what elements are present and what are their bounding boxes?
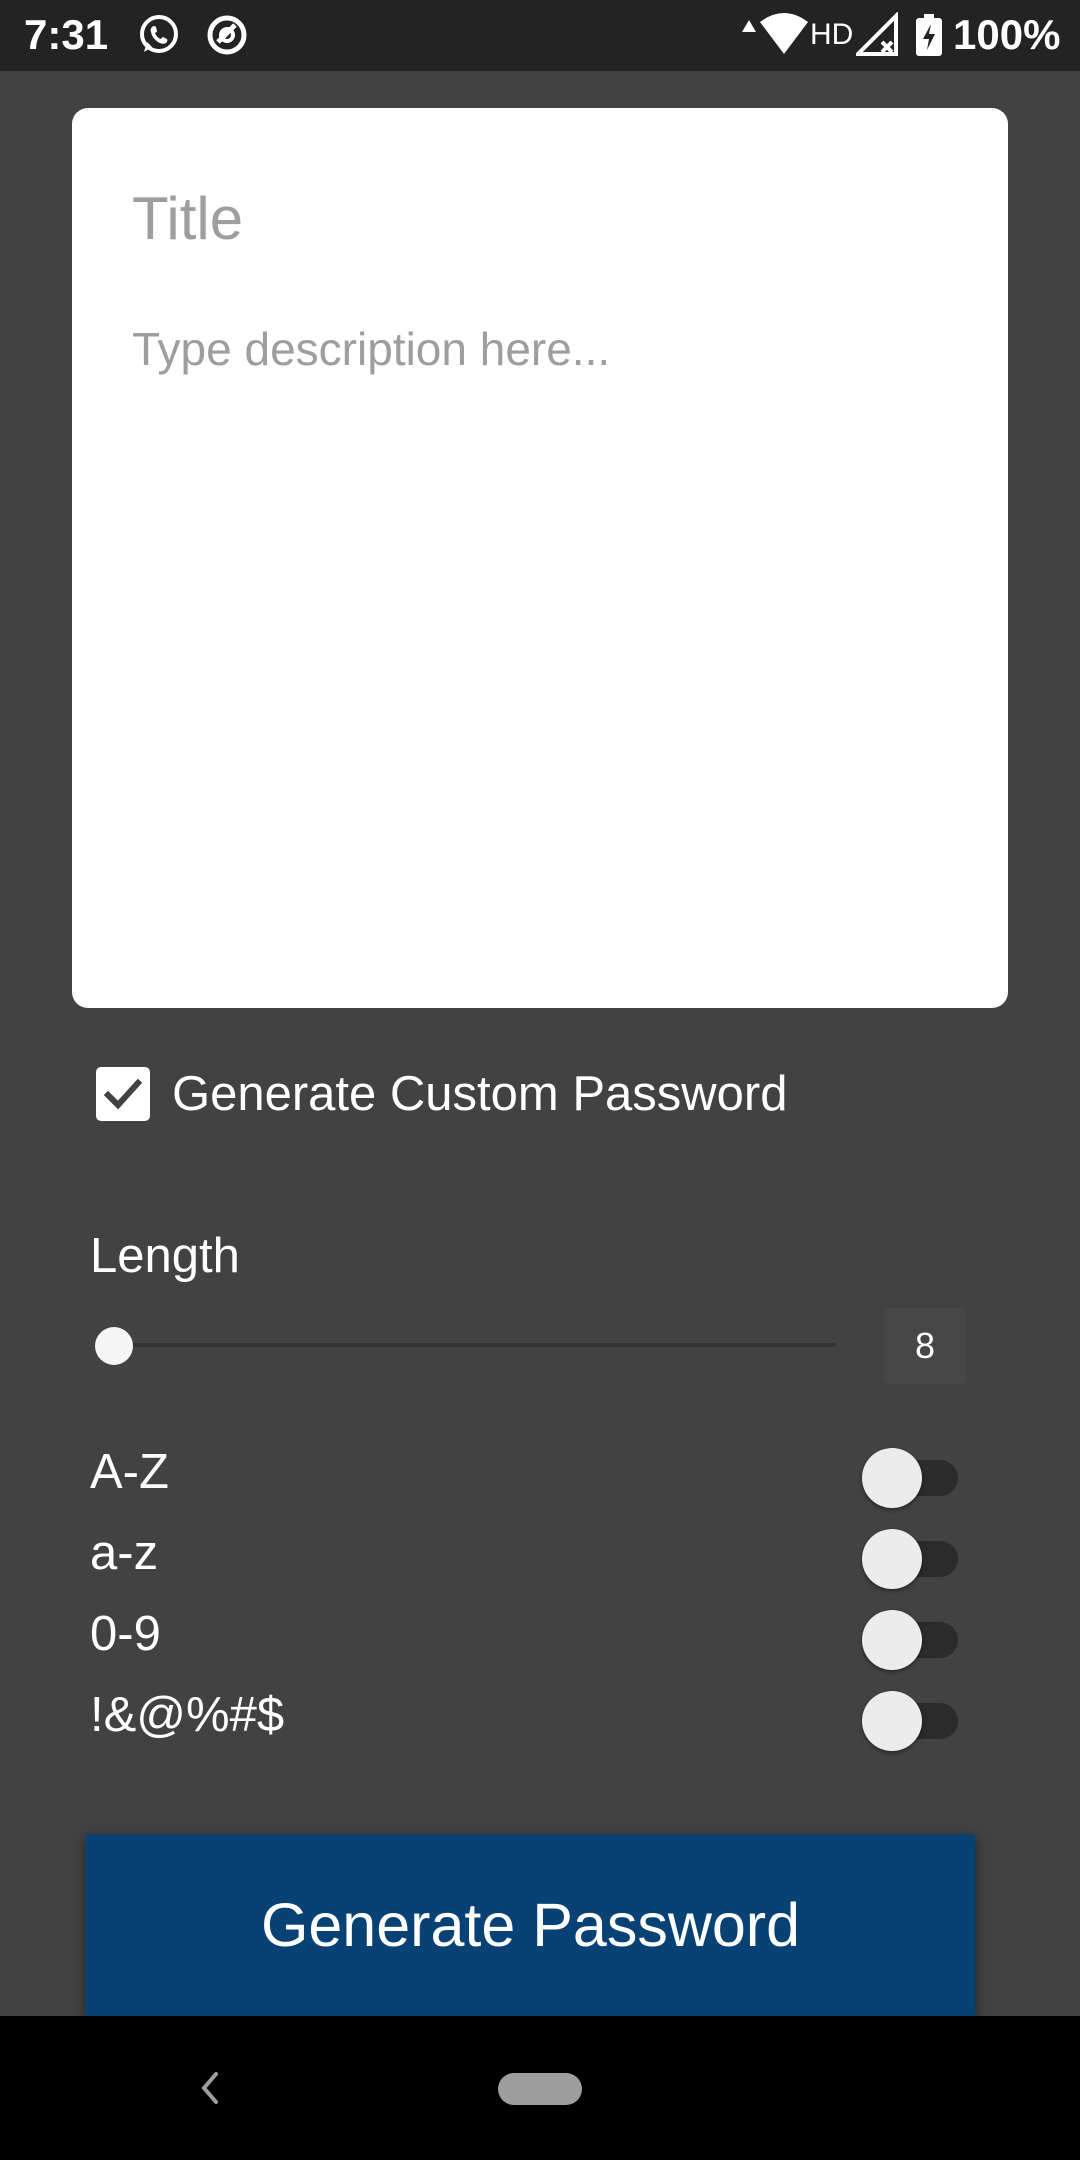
digits-switch[interactable] [862,1604,958,1670]
switch-thumb [862,1691,922,1751]
signal-icon [853,11,900,58]
length-label: Length [90,1229,240,1283]
option-row-uppercase: A-Z [90,1432,960,1512]
switch-thumb [862,1529,922,1589]
length-value: 8 [884,1308,966,1384]
description-input[interactable] [132,322,942,962]
data-arrow-icon [740,12,758,58]
generate-password-button[interactable]: Generate Password [86,1834,975,2016]
navigation-bar [0,2016,1080,2160]
lowercase-switch[interactable] [862,1523,958,1589]
back-icon[interactable] [190,2066,230,2110]
custom-password-label: Generate Custom Password [172,1067,788,1121]
home-pill-button[interactable] [498,2073,582,2105]
option-label-uppercase: A-Z [90,1445,169,1499]
check-icon [103,1078,143,1110]
battery-percentage: 100% [953,11,1061,58]
length-slider-track[interactable] [114,1343,836,1347]
title-input[interactable] [132,178,942,258]
option-row-digits: 0-9 [90,1594,960,1674]
password-generator-screen: 7:31 HD 100% Title Type description here… [0,0,1080,2160]
option-label-digits: 0-9 [90,1607,161,1661]
option-row-symbols: !&@%#$ [90,1675,960,1755]
whatsapp-icon [136,12,182,58]
network-type-label: HD [810,18,854,51]
note-card [72,108,1008,1008]
option-row-lowercase: a-z [90,1513,960,1593]
custom-password-checkbox[interactable] [96,1067,150,1121]
wifi-icon [758,12,810,58]
battery-charging-icon [914,12,944,58]
status-bar: 7:31 HD 100% [0,0,1080,71]
uppercase-switch[interactable] [862,1442,958,1508]
option-label-lowercase: a-z [90,1526,159,1580]
sync-icon [204,12,250,58]
length-slider-thumb[interactable] [95,1327,133,1365]
switch-thumb [862,1448,922,1508]
status-time: 7:31 [24,11,109,58]
switch-thumb [862,1610,922,1670]
custom-password-checkbox-row[interactable]: Generate Custom Password [96,1066,788,1122]
option-label-symbols: !&@%#$ [90,1688,285,1742]
symbols-switch[interactable] [862,1685,958,1751]
